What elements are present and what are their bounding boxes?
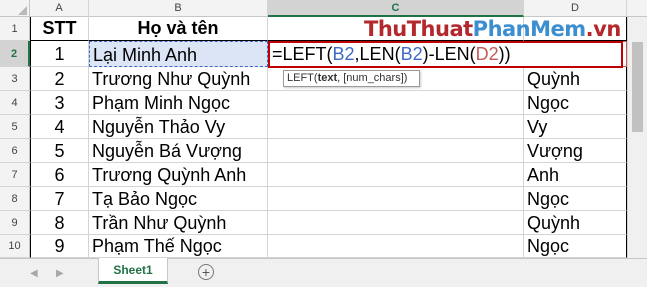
cell-c8[interactable] (268, 187, 524, 211)
row-header-7[interactable]: 7 (0, 163, 30, 187)
column-header-bar: A B C D (0, 0, 647, 17)
cell-b7[interactable]: Trương Quỳnh Anh (89, 163, 268, 187)
vertical-scrollbar[interactable] (627, 17, 647, 258)
cell-d5[interactable]: Vy (524, 115, 627, 139)
cell-d9[interactable]: Quỳnh (524, 211, 627, 235)
cell-b2-referenced[interactable]: Lại Minh Anh (89, 41, 268, 67)
cell-c9[interactable] (268, 211, 524, 235)
cell-a4[interactable]: 3 (30, 91, 89, 115)
formula-part-close: )) (498, 44, 511, 64)
prev-sheet-arrow-icon[interactable]: ◀ (30, 268, 38, 279)
column-header-c[interactable]: C (268, 0, 524, 17)
scrollbar-thumb[interactable] (632, 42, 643, 132)
cell-b6[interactable]: Nguyễn Bá Vượng (89, 139, 268, 163)
cell-d8[interactable]: Ngọc (524, 187, 627, 211)
cell-b3[interactable]: Trương Như Quỳnh (89, 67, 268, 91)
row-header-9[interactable]: 9 (0, 211, 30, 235)
row-header-8[interactable]: 8 (0, 187, 30, 211)
row-header-1[interactable]: 1 (0, 17, 30, 41)
row-header-2[interactable]: 2 (0, 41, 30, 67)
column-header-b[interactable]: B (89, 0, 268, 17)
tooltip-function: LEFT( (287, 72, 318, 84)
watermark-logo: ThuThuatPhanMem.vn (364, 17, 621, 41)
formula-ref-b2-first: B2 (332, 44, 355, 64)
cell-a1-header-stt[interactable]: STT (30, 17, 89, 41)
cell-a7[interactable]: 6 (30, 163, 89, 187)
watermark-part3: .vn (585, 17, 622, 41)
formula-edit-box[interactable]: =LEFT(B2,LEN(B2)-LEN(D2)) (268, 41, 623, 68)
cell-c5[interactable] (268, 115, 524, 139)
cell-c10[interactable] (268, 235, 524, 258)
cell-b8[interactable]: Tạ Bảo Ngọc (89, 187, 268, 211)
cell-d10[interactable]: Ngọc (524, 235, 627, 258)
cell-a8[interactable]: 7 (30, 187, 89, 211)
cell-b5[interactable]: Nguyễn Thảo Vy (89, 115, 268, 139)
row-header-6[interactable]: 6 (0, 139, 30, 163)
tooltip-arg-text[interactable]: text (318, 72, 338, 84)
row-header-4[interactable]: 4 (0, 91, 30, 115)
formula-part-minus-len: )-LEN( (422, 44, 476, 64)
formula-ref-d2: D2 (475, 44, 499, 64)
cell-d3[interactable]: Quỳnh (524, 67, 627, 91)
cell-c7[interactable] (268, 163, 524, 187)
row-header-3[interactable]: 3 (0, 67, 30, 91)
formula-part-left: =LEFT( (272, 44, 333, 64)
column-header-d[interactable]: D (524, 0, 627, 17)
sheet-tab-sheet1[interactable]: Sheet1 (98, 258, 168, 284)
cell-b4[interactable]: Phạm Minh Ngọc (89, 91, 268, 115)
watermark-part1: ThuThuat (364, 17, 473, 41)
tooltip-rest[interactable]: , [num_chars]) (337, 72, 407, 84)
next-sheet-arrow-icon[interactable]: ▶ (56, 268, 64, 279)
column-header-a[interactable]: A (30, 0, 89, 17)
cell-c6[interactable] (268, 139, 524, 163)
sheet-tab-bar: ◀ ▶ Sheet1 + (0, 258, 647, 287)
add-sheet-icon[interactable]: + (198, 264, 214, 280)
row-header-5[interactable]: 5 (0, 115, 30, 139)
cell-a9[interactable]: 8 (30, 211, 89, 235)
formula-ref-b2-second: B2 (400, 44, 423, 64)
cell-b1-header-name[interactable]: Họ và tên (89, 17, 268, 41)
cell-b10[interactable]: Phạm Thế Ngọc (89, 235, 268, 258)
cell-c4[interactable] (268, 91, 524, 115)
function-argument-tooltip[interactable]: LEFT(text, [num_chars]) (283, 70, 420, 87)
select-all-corner[interactable] (0, 0, 30, 17)
cell-a6[interactable]: 5 (30, 139, 89, 163)
cell-d7[interactable]: Anh (524, 163, 627, 187)
cell-d4[interactable]: Ngọc (524, 91, 627, 115)
row-header-10[interactable]: 10 (0, 235, 30, 258)
cell-b9[interactable]: Trần Như Quỳnh (89, 211, 268, 235)
cell-a3[interactable]: 2 (30, 67, 89, 91)
cell-d6[interactable]: Vượng (524, 139, 627, 163)
cell-a2[interactable]: 1 (30, 41, 89, 67)
cell-a10[interactable]: 9 (30, 235, 89, 258)
watermark-part2: PhanMem (472, 17, 586, 41)
cell-a5[interactable]: 4 (30, 115, 89, 139)
formula-part-len: ,LEN( (354, 44, 401, 64)
